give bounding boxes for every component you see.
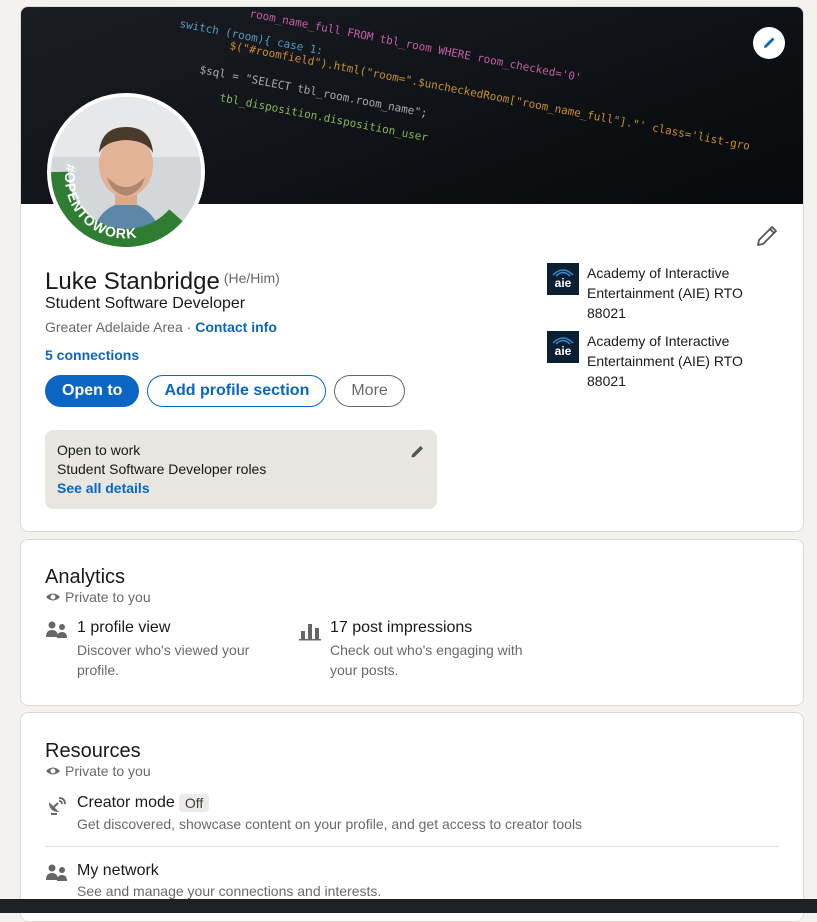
privacy-label: Private to you — [65, 589, 151, 605]
bottom-bar — [0, 899, 817, 913]
name-row: Luke Stanbridge (He/Him) — [45, 268, 280, 296]
school-name: Academy of Interactive Entertainment (AI… — [587, 265, 743, 321]
eye-icon — [46, 767, 60, 775]
open-to-work-roles: Student Software Developer roles — [57, 461, 267, 477]
bar-chart-icon — [299, 624, 321, 641]
my-network-description: See and manage your connections and inte… — [77, 883, 382, 899]
open-to-work-ring: #OPENTOWORK — [51, 163, 189, 247]
education-list: aie Academy of Interactive Entertainment… — [547, 263, 767, 399]
school-logo: aie — [547, 331, 579, 363]
post-impressions-stat[interactable]: 17 post impressions Check out who's enga… — [298, 619, 530, 680]
my-network-item[interactable]: My network See and manage your connectio… — [45, 862, 381, 899]
pencil-icon — [764, 37, 775, 48]
school-name: Academy of Interactive Entertainment (AI… — [587, 333, 743, 389]
privacy-label: Private to you — [65, 763, 151, 779]
analytics-privacy: Private to you — [45, 589, 151, 605]
edit-intro-button[interactable] — [755, 224, 779, 248]
creator-mode-description: Get discovered, showcase content on your… — [77, 816, 583, 832]
people-icon — [46, 864, 67, 881]
profile-headline: Student Software Developer — [45, 295, 246, 312]
location: Greater Adelaide Area — [45, 319, 183, 335]
profile-name: Luke Stanbridge — [45, 268, 220, 295]
avatar[interactable]: #OPENTOWORK — [51, 97, 201, 247]
divider — [45, 846, 779, 847]
open-to-button[interactable]: Open to — [45, 375, 140, 407]
resources-title: Resources — [45, 740, 141, 762]
analytics-card: Analytics Private to you 1 profile view … — [20, 539, 804, 706]
analytics-title: Analytics — [45, 566, 126, 588]
separator: · — [182, 319, 196, 335]
location-row: Greater Adelaide Area · Contact info — [45, 319, 277, 335]
connections-link[interactable]: 5 connections — [45, 347, 139, 363]
add-profile-section-button[interactable]: Add profile section — [147, 375, 327, 407]
open-to-work-title: Open to work — [57, 442, 141, 458]
eye-icon — [46, 593, 60, 601]
school-logo-text: aie — [554, 344, 572, 358]
edit-banner-button[interactable] — [753, 27, 785, 59]
profile-photo-frame[interactable]: #OPENTOWORK — [47, 93, 205, 251]
school-logo: aie — [547, 263, 579, 295]
education-item[interactable]: aie Academy of Interactive Entertainment… — [547, 263, 767, 323]
resources-privacy: Private to you — [45, 763, 151, 779]
my-network-title: My network — [77, 862, 159, 879]
stat-description: Discover who's viewed your profile. — [77, 642, 250, 678]
open-to-work-box[interactable]: Open to work Student Software Developer … — [45, 430, 437, 509]
people-icon — [46, 621, 67, 638]
pronouns: (He/Him) — [223, 270, 280, 286]
stat-title: 17 post impressions — [330, 619, 473, 636]
contact-info-link[interactable]: Contact info — [195, 319, 277, 335]
pencil-icon — [757, 226, 777, 246]
creator-mode-title: Creator mode — [77, 794, 175, 811]
stat-description: Check out who's engaging with your posts… — [330, 642, 523, 678]
education-item[interactable]: aie Academy of Interactive Entertainment… — [547, 331, 767, 391]
creator-mode-item[interactable]: Creator mode Off Get discovered, showcas… — [45, 794, 582, 832]
satellite-dish-icon — [49, 797, 66, 815]
more-button[interactable]: More — [334, 375, 405, 407]
stat-title: 1 profile view — [77, 619, 171, 636]
resources-card: Resources Private to you Creator mode Of… — [20, 712, 804, 922]
profile-card: room_name_full FROM tbl_room WHERE room_… — [20, 6, 804, 532]
creator-mode-status-badge: Off — [178, 794, 210, 812]
see-all-details-link[interactable]: See all details — [57, 480, 425, 496]
pencil-icon[interactable] — [409, 444, 425, 460]
school-logo-text: aie — [554, 276, 572, 290]
profile-views-stat[interactable]: 1 profile view Discover who's viewed you… — [45, 619, 277, 680]
profile-actions: Open to Add profile section More — [45, 375, 405, 407]
